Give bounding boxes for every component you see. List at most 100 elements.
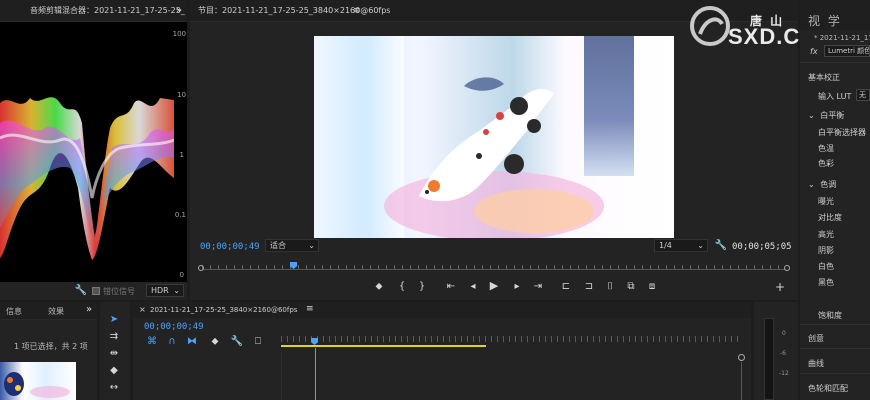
slip-tool-icon[interactable]: ↔ bbox=[107, 382, 121, 394]
lift-icon[interactable]: ⊏ bbox=[559, 281, 573, 293]
scroll-handle[interactable] bbox=[738, 354, 745, 361]
track-select-tool-icon[interactable]: ⇉ bbox=[107, 331, 121, 343]
scale-10: 10 bbox=[177, 91, 186, 99]
scope-title: 音频剪辑混合器：2021-11-21_17-25-25_ bbox=[30, 6, 185, 15]
camera-icon[interactable]: ⌷ bbox=[603, 281, 617, 293]
whites-label: 白色 bbox=[818, 262, 834, 271]
meter-scale-0: 0 bbox=[782, 330, 786, 337]
timeline-header: × 2021-11-21_17-25-25_3840×2160@60fps ≡ bbox=[133, 302, 751, 318]
wrench-icon[interactable]: 🔧 bbox=[74, 285, 88, 297]
chevron-down-icon: ⌄ bbox=[808, 111, 815, 120]
panel-menu-arrows-icon[interactable]: » bbox=[86, 304, 92, 315]
section-creative[interactable]: 创意 bbox=[808, 333, 824, 344]
work-area-bar[interactable] bbox=[281, 345, 486, 347]
selection-count: 1 项已选择，共 2 项 bbox=[14, 342, 88, 351]
lumetri-divider bbox=[800, 348, 870, 349]
wrench-icon[interactable]: 🔧 bbox=[230, 336, 244, 348]
meter-scale-6: -6 bbox=[780, 350, 786, 357]
hamburger-menu-icon[interactable]: ≡ bbox=[306, 304, 314, 314]
fit-select-value: 适合 bbox=[270, 241, 286, 250]
ripple-edit-tool-icon[interactable]: ⇹ bbox=[107, 348, 121, 360]
scale-1: 1 bbox=[179, 151, 184, 159]
captions-icon[interactable]: ⎕ bbox=[251, 336, 265, 348]
go-to-out-icon[interactable]: ⇥ bbox=[531, 281, 545, 293]
clip-thumbnail[interactable] bbox=[0, 362, 76, 400]
timeline-ruler[interactable] bbox=[281, 336, 741, 350]
chevron-down-icon: ⌄ bbox=[808, 180, 815, 189]
mark-in-icon[interactable]: { bbox=[395, 281, 409, 293]
hdr-select-value: HDR bbox=[151, 286, 169, 295]
timeline-playhead-marker[interactable] bbox=[311, 338, 318, 345]
scale-0: 0 bbox=[179, 271, 184, 279]
add-marker-icon[interactable]: ⬥ bbox=[372, 281, 386, 293]
watermark-logo-icon bbox=[690, 6, 730, 46]
tone-group[interactable]: ⌄ 色调 bbox=[808, 179, 836, 190]
timeline-track-area[interactable] bbox=[281, 352, 736, 400]
step-forward-icon[interactable]: ▸ bbox=[510, 281, 524, 293]
multi-view-icon[interactable]: ⧈ bbox=[645, 281, 659, 293]
timeline-panel: × 2021-11-21_17-25-25_3840×2160@60fps ≡ … bbox=[133, 302, 751, 400]
white-balance-label: 白平衡 bbox=[820, 111, 845, 120]
program-timecode-current[interactable]: 00;00;00;49 bbox=[200, 242, 260, 252]
chevron-down-icon: ⌄ bbox=[697, 241, 704, 250]
panel-menu-arrows-icon[interactable]: » bbox=[176, 5, 182, 16]
timeline-title: 2021-11-21_17-25-25_3840×2160@60fps bbox=[150, 306, 298, 314]
hamburger-menu-icon[interactable]: ≡ bbox=[353, 6, 361, 16]
add-button-icon[interactable]: + bbox=[773, 281, 787, 293]
scrub-bar[interactable] bbox=[198, 262, 790, 272]
quality-select[interactable]: 1/4 ⌄ bbox=[654, 239, 708, 252]
timeline-timecode[interactable]: 00;00;00;49 bbox=[144, 322, 204, 332]
fish-image bbox=[384, 77, 604, 238]
tab-effects[interactable]: 效果 bbox=[48, 306, 64, 317]
input-lut-value: 无 bbox=[859, 91, 866, 99]
step-back-icon[interactable]: ◂ bbox=[466, 281, 480, 293]
scroll-track bbox=[741, 362, 742, 400]
wrench-icon[interactable]: 🔧 bbox=[714, 240, 728, 252]
section-curves[interactable]: 曲线 bbox=[808, 358, 824, 369]
scale-0-1: 0.1 bbox=[174, 211, 186, 219]
hdr-select[interactable]: HDR ⌄ bbox=[146, 284, 184, 297]
watermark-ghost: 视 学 bbox=[808, 14, 842, 28]
extract-icon[interactable]: ⊐ bbox=[582, 281, 596, 293]
program-title: 节目：2021-11-21_17-25-25_3840×2160@60fps bbox=[198, 6, 391, 15]
linked-selection-icon[interactable]: ⧓ bbox=[185, 336, 199, 348]
tone-label: 色调 bbox=[820, 180, 837, 189]
watermark: 唐 山 视 学 SXD.C bbox=[688, 2, 870, 52]
scope-scale: 100 10 1 0.1 0 bbox=[173, 28, 187, 279]
white-balance-group[interactable]: ⌄ 白平衡 bbox=[808, 110, 844, 121]
tab-info[interactable]: 信息 bbox=[6, 306, 22, 317]
nest-icon[interactable]: ⌘ bbox=[145, 336, 159, 348]
chevron-down-icon: ⌄ bbox=[173, 286, 180, 295]
comparison-view-icon[interactable]: ⧉ bbox=[624, 281, 638, 293]
lumetri-divider bbox=[800, 373, 870, 374]
scrub-end-handle[interactable] bbox=[784, 265, 790, 271]
scope-header: 音频剪辑混合器：2021-11-21_17-25-25_ » bbox=[0, 0, 187, 22]
clamp-checkbox[interactable] bbox=[92, 287, 100, 295]
section-basic-correction[interactable]: 基本校正 bbox=[808, 72, 840, 83]
meter-bar bbox=[764, 318, 774, 400]
audio-meters: 0 -6 -12 bbox=[754, 302, 798, 400]
snap-icon[interactable]: ∩ bbox=[165, 336, 179, 348]
add-marker-icon[interactable]: ⬥ bbox=[208, 336, 222, 348]
video-frame[interactable] bbox=[314, 36, 674, 238]
exposure-label: 曝光 bbox=[818, 197, 834, 206]
waveform-scope bbox=[0, 97, 174, 261]
scope-footer: 🔧 钳位信号 HDR ⌄ bbox=[0, 282, 187, 300]
go-to-in-icon[interactable]: ⇤ bbox=[444, 281, 458, 293]
chevron-down-icon: ⌄ bbox=[308, 241, 315, 250]
scrub-track bbox=[202, 269, 786, 270]
program-timecode-duration: 00;00;05;05 bbox=[732, 242, 792, 252]
lumetri-divider bbox=[800, 324, 870, 325]
mark-out-icon[interactable]: } bbox=[415, 281, 429, 293]
highlights-label: 高光 bbox=[818, 230, 834, 239]
input-lut-select[interactable]: 无 bbox=[856, 89, 870, 101]
fit-select[interactable]: 适合 ⌄ bbox=[265, 239, 319, 252]
play-icon[interactable]: ▶ bbox=[487, 280, 501, 292]
scrub-start-handle[interactable] bbox=[198, 265, 204, 271]
razor-tool-icon[interactable]: ◆ bbox=[107, 365, 121, 377]
section-color-wheels[interactable]: 色轮和匹配 bbox=[808, 383, 848, 394]
tools-panel: ➤ ⇉ ⇹ ◆ ↔ bbox=[100, 302, 130, 400]
timeline-scrollbar[interactable] bbox=[738, 354, 746, 400]
close-icon[interactable]: × bbox=[139, 305, 146, 314]
selection-tool-icon[interactable]: ➤ bbox=[107, 314, 121, 326]
